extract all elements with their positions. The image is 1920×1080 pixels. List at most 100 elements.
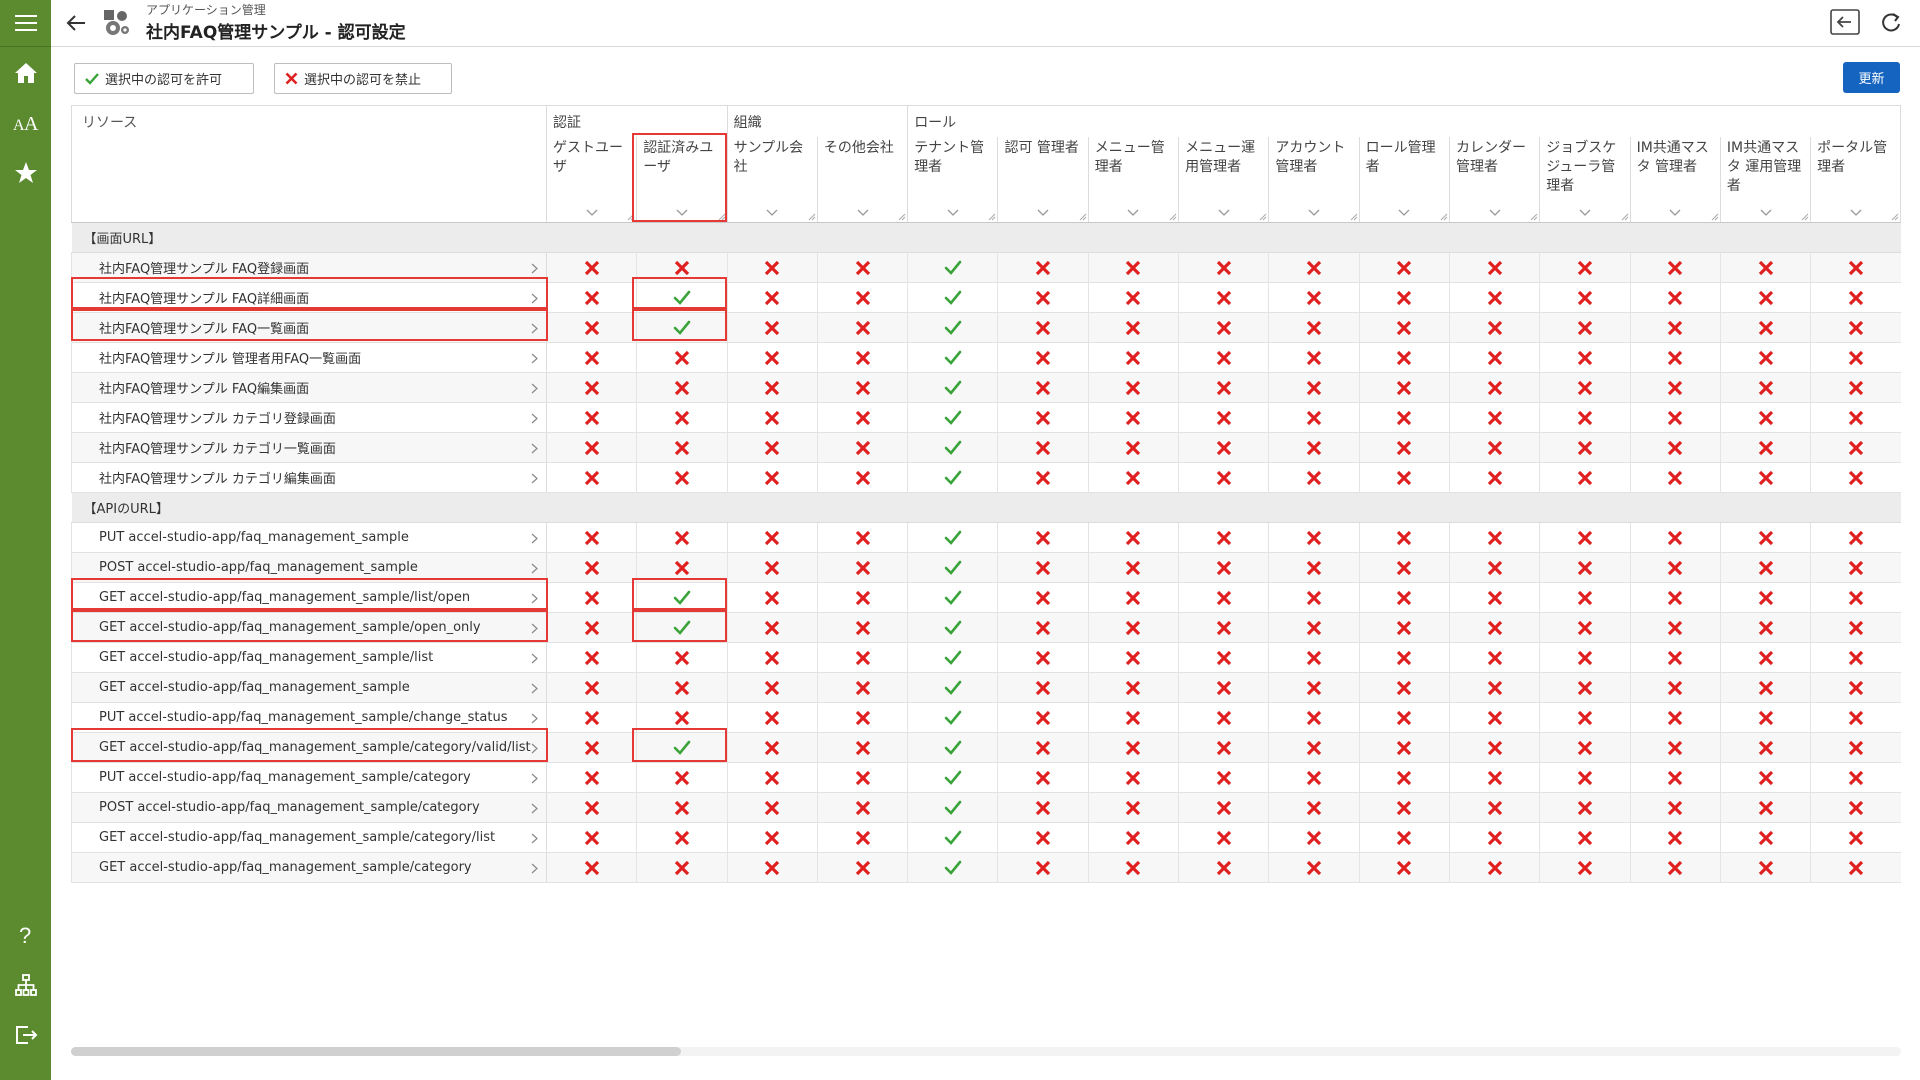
auth-cell[interactable] [1358, 852, 1450, 883]
auth-cell[interactable] [1810, 522, 1901, 553]
auth-cell[interactable] [1087, 372, 1179, 403]
auth-cell[interactable] [726, 462, 818, 493]
auth-cell[interactable] [636, 462, 728, 493]
auth-cell[interactable] [545, 822, 637, 853]
auth-cell[interactable] [997, 432, 1089, 463]
auth-cell[interactable] [726, 282, 818, 313]
auth-cell[interactable] [907, 612, 998, 643]
auth-cell[interactable] [1268, 282, 1360, 313]
auth-cell[interactable] [1448, 732, 1540, 763]
resource-cell[interactable]: 社内FAQ管理サンプル FAQ詳細画面 [71, 282, 547, 313]
auth-cell[interactable] [1719, 462, 1811, 493]
chevron-right-icon[interactable] [531, 263, 538, 274]
auth-cell[interactable] [907, 522, 998, 553]
auth-cell[interactable] [1178, 312, 1269, 343]
sitemap-icon[interactable] [0, 962, 51, 1008]
chevron-down-icon[interactable] [585, 208, 599, 218]
auth-cell[interactable] [1719, 702, 1811, 733]
auth-cell[interactable] [997, 582, 1089, 613]
auth-cell[interactable] [1087, 432, 1179, 463]
auth-cell[interactable] [1268, 642, 1360, 673]
auth-cell[interactable] [1178, 462, 1269, 493]
back-arrow-icon[interactable] [65, 12, 87, 34]
auth-cell[interactable] [997, 342, 1089, 373]
chevron-right-icon[interactable] [531, 293, 538, 304]
auth-cell[interactable] [1087, 282, 1179, 313]
resource-cell[interactable]: GET accel-studio-app/faq_management_samp… [71, 642, 547, 673]
font-size-icon[interactable]: AA [0, 100, 51, 146]
auth-cell[interactable] [1719, 552, 1811, 583]
auth-cell[interactable] [997, 732, 1089, 763]
auth-cell[interactable] [636, 612, 728, 643]
auth-cell[interactable] [1539, 462, 1631, 493]
auth-cell[interactable] [1448, 822, 1540, 853]
auth-cell[interactable] [1358, 522, 1450, 553]
auth-cell[interactable] [726, 432, 818, 463]
chevron-down-icon[interactable] [1126, 208, 1140, 218]
auth-cell[interactable] [545, 312, 637, 343]
auth-cell[interactable] [907, 342, 998, 373]
chevron-down-icon[interactable] [1849, 208, 1863, 218]
auth-cell[interactable] [1178, 342, 1269, 373]
auth-cell[interactable] [1629, 432, 1721, 463]
resource-cell[interactable]: PUT accel-studio-app/faq_management_samp… [71, 522, 547, 553]
auth-cell[interactable] [1268, 792, 1360, 823]
auth-cell[interactable] [816, 432, 908, 463]
auth-cell[interactable] [1719, 342, 1811, 373]
auth-cell[interactable] [907, 822, 998, 853]
auth-cell[interactable] [1810, 852, 1901, 883]
column-header[interactable]: ロール管理者 [1358, 136, 1450, 223]
auth-cell[interactable] [1268, 732, 1360, 763]
auth-cell[interactable] [1629, 462, 1721, 493]
auth-cell[interactable] [1629, 582, 1721, 613]
chevron-down-icon[interactable] [1578, 208, 1592, 218]
auth-cell[interactable] [1539, 702, 1631, 733]
resize-grip-icon[interactable] [1621, 213, 1629, 221]
resize-grip-icon[interactable] [898, 213, 906, 221]
auth-cell[interactable] [816, 612, 908, 643]
chevron-down-icon[interactable] [1759, 208, 1773, 218]
auth-cell[interactable] [545, 462, 637, 493]
chevron-right-icon[interactable] [531, 593, 538, 604]
auth-cell[interactable] [1448, 852, 1540, 883]
auth-cell[interactable] [1178, 432, 1269, 463]
chevron-down-icon[interactable] [1668, 208, 1682, 218]
auth-cell[interactable] [1087, 672, 1179, 703]
auth-cell[interactable] [636, 702, 728, 733]
chevron-down-icon[interactable] [946, 208, 960, 218]
auth-cell[interactable] [726, 642, 818, 673]
auth-cell[interactable] [1719, 792, 1811, 823]
auth-cell[interactable] [1268, 822, 1360, 853]
resource-cell[interactable]: POST accel-studio-app/faq_management_sam… [71, 552, 547, 583]
auth-cell[interactable] [907, 552, 998, 583]
auth-cell[interactable] [636, 402, 728, 433]
deny-selected-button[interactable]: 選択中の認可を禁止 [274, 63, 452, 94]
logout-icon[interactable] [0, 1012, 51, 1058]
auth-cell[interactable] [726, 732, 818, 763]
auth-cell[interactable] [1629, 312, 1721, 343]
column-header[interactable]: 認可 管理者 [997, 136, 1089, 223]
auth-cell[interactable] [1719, 282, 1811, 313]
auth-cell[interactable] [545, 732, 637, 763]
auth-cell[interactable] [1268, 372, 1360, 403]
column-header[interactable]: ポータル管理者 [1810, 136, 1902, 223]
column-header[interactable]: ジョブスケジューラ管理者 [1539, 136, 1631, 223]
refresh-icon[interactable] [1880, 11, 1902, 33]
auth-cell[interactable] [1268, 702, 1360, 733]
auth-cell[interactable] [1539, 642, 1631, 673]
auth-cell[interactable] [545, 252, 637, 283]
auth-cell[interactable] [907, 282, 998, 313]
auth-cell[interactable] [1810, 252, 1901, 283]
menu-icon[interactable] [0, 0, 51, 46]
auth-cell[interactable] [1358, 792, 1450, 823]
auth-cell[interactable] [1178, 792, 1269, 823]
auth-cell[interactable] [1539, 252, 1631, 283]
auth-cell[interactable] [1810, 312, 1901, 343]
resource-cell[interactable]: 社内FAQ管理サンプル カテゴリ編集画面 [71, 462, 547, 493]
auth-cell[interactable] [1810, 792, 1901, 823]
auth-cell[interactable] [816, 852, 908, 883]
scrollbar-thumb[interactable] [71, 1047, 681, 1056]
resource-cell[interactable]: POST accel-studio-app/faq_management_sam… [71, 792, 547, 823]
auth-cell[interactable] [636, 552, 728, 583]
chevron-right-icon[interactable] [531, 323, 538, 334]
